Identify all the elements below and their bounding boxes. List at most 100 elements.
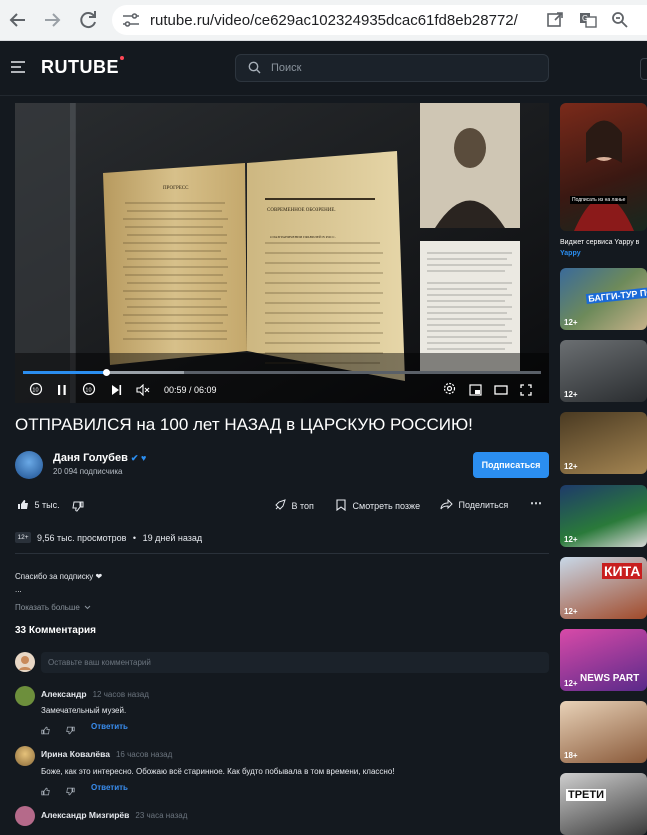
video-title: ОТПРАВИЛСЯ на 100 лет НАЗАД в ЦАРСКУЮ РО…	[15, 415, 473, 434]
more-options-icon[interactable]: ⋯	[530, 496, 542, 510]
comments-header: 33 Комментария	[15, 625, 96, 636]
thumbnail-overlay-text: ТРЕТИ	[566, 789, 607, 801]
browser-toolbar: rutube.ru/video/ce629ac102324935dcac61fd…	[0, 0, 647, 41]
page-masthead-text: СОВРЕМЕННОЕ ОБОЗРЕНИЕ.	[267, 208, 336, 213]
channel-name-text: Даня Голубев	[53, 452, 128, 464]
dislike-button[interactable]	[72, 499, 84, 512]
recommended-channel[interactable]: Yappy	[560, 250, 581, 257]
view-count: 9,56 тыс. просмотров	[37, 533, 127, 543]
comment-time: 16 часов назад	[115, 750, 173, 759]
back-arrow-icon[interactable]	[6, 8, 30, 32]
video-meta: 9,56 тыс. просмотров • 19 дней назад	[37, 533, 202, 543]
watch-later-label: Смотреть позже	[352, 501, 421, 511]
svg-text:G: G	[582, 14, 588, 23]
recommended-title[interactable]: Виджет сервиса Yappy в	[560, 239, 639, 246]
zoom-icon[interactable]	[610, 11, 630, 29]
like-count: 5 тыс.	[34, 500, 60, 510]
share-button[interactable]: Поделиться	[440, 498, 509, 510]
logo[interactable]: RUTUBE	[41, 56, 124, 78]
menu-icon[interactable]	[11, 60, 25, 73]
comment-dislike-icon[interactable]	[66, 722, 75, 740]
comment-time: 23 часа назад	[135, 811, 188, 820]
show-more-label: Показать больше	[15, 603, 80, 612]
age-badge: 12+	[564, 462, 578, 471]
miniplayer-icon[interactable]	[469, 383, 482, 396]
reply-button[interactable]: Ответить	[91, 783, 128, 792]
comment-time: 12 часов назад	[92, 690, 149, 699]
rocket-icon	[275, 499, 286, 510]
recommended-thumbnail[interactable]: ТРЕТИ	[560, 773, 647, 835]
theater-mode-icon[interactable]	[494, 383, 508, 395]
recommended-thumbnail[interactable]: 12+	[560, 412, 647, 474]
thumbnail-overlay-text: Подписать из на ланье	[570, 196, 628, 204]
url-text: rutube.ru/video/ce629ac102324935dcac61fd…	[150, 12, 518, 29]
recommended-thumbnail[interactable]: 18+	[560, 701, 647, 763]
channel-avatar[interactable]	[15, 451, 43, 479]
search-input[interactable]: Поиск	[235, 54, 549, 82]
thumbnail-overlay-text: NEWS PART	[580, 673, 640, 684]
channel-name[interactable]: Даня Голубев ✔ ♥	[53, 452, 146, 464]
comment-avatar[interactable]	[15, 746, 35, 766]
comment-author: Александр Мизгирёв 23 часа назад	[41, 810, 187, 820]
address-bar[interactable]: rutube.ru/video/ce629ac102324935dcac61fd…	[112, 5, 647, 35]
recommended-thumbnail[interactable]: NEWS PART 12+	[560, 629, 647, 691]
rewind-10-icon[interactable]: 10	[29, 382, 43, 396]
logo-text: RUTUBE	[41, 57, 119, 77]
settings-gear-icon[interactable]	[443, 382, 456, 395]
comment-dislike-icon[interactable]	[66, 783, 75, 801]
recommended-thumbnail[interactable]: КИТА 12+	[560, 557, 647, 619]
progress-track[interactable]	[23, 369, 541, 376]
open-external-icon[interactable]	[545, 11, 565, 29]
svg-text:10: 10	[32, 387, 38, 393]
recommended-thumbnail[interactable]: 12+	[560, 485, 647, 547]
age-badge: 12+	[564, 535, 578, 544]
video-player[interactable]: ПРОГРЕСС СОВРЕМЕННОЕ ОБОЗРЕНИЕ. О РАЗГРА…	[15, 103, 549, 403]
translate-icon[interactable]: G	[578, 11, 598, 29]
site-header: RUTUBE Поиск	[0, 41, 647, 96]
verified-badge-icon: ✔ ♥	[130, 453, 147, 463]
comment-author-name[interactable]: Александр Мизгирёв	[41, 810, 129, 820]
comment-avatar[interactable]	[15, 686, 35, 706]
fullscreen-icon[interactable]	[520, 383, 532, 396]
meta-dot: •	[132, 533, 137, 543]
pause-icon[interactable]	[56, 383, 68, 395]
current-user-avatar	[15, 652, 35, 672]
tune-icon[interactable]	[122, 12, 140, 28]
subscribe-button[interactable]: Подписаться	[473, 452, 549, 478]
recommended-thumbnail[interactable]: БАГГИ-ТУР ПО КАВКАЗУ! 12+	[560, 268, 647, 330]
recommended-thumbnail[interactable]: Подписать из на ланье	[560, 103, 647, 231]
seek-handle[interactable]	[102, 369, 110, 376]
chevron-down-icon	[84, 605, 91, 610]
header-button-edge[interactable]	[640, 58, 647, 80]
next-video-icon[interactable]	[110, 383, 122, 395]
comment-text: Замечательный музей.	[41, 706, 127, 715]
comment-author-name[interactable]: Александр	[41, 689, 87, 699]
comment-text: Боже, как это интересно. Обожаю всё стар…	[41, 767, 395, 776]
comment-like-icon[interactable]	[41, 783, 50, 801]
reply-button[interactable]: Ответить	[91, 722, 128, 731]
show-more-link[interactable]: Показать больше	[15, 603, 91, 612]
search-placeholder: Поиск	[271, 62, 302, 74]
comment-input-placeholder: Оставьте ваш комментарий	[48, 658, 151, 667]
like-button[interactable]: 5 тыс.	[17, 499, 60, 510]
age-badge: 12+	[564, 679, 578, 688]
forward-10-icon[interactable]: 10	[82, 382, 96, 396]
video-frame: ПРОГРЕСС СОВРЕМЕННОЕ ОБОЗРЕНИЕ. О РАЗГРА…	[15, 103, 549, 403]
description-text: Спасибо за подписку ❤	[15, 572, 103, 581]
reload-icon[interactable]	[76, 8, 100, 32]
comment-like-icon[interactable]	[41, 722, 50, 740]
played-bar	[23, 371, 106, 374]
comment-input[interactable]: Оставьте ваш комментарий	[41, 652, 549, 673]
comment-author-name[interactable]: Ирина Ковалёва	[41, 749, 110, 759]
watch-later-button[interactable]: Смотреть позже	[336, 499, 421, 512]
bookmark-icon	[336, 499, 346, 512]
recommended-thumbnail[interactable]: 12+	[560, 340, 647, 402]
forward-arrow-icon[interactable]	[40, 8, 64, 32]
share-arrow-icon	[440, 498, 453, 510]
comment-avatar[interactable]	[15, 806, 35, 826]
share-label: Поделиться	[458, 500, 509, 510]
age-badge: 12+	[564, 607, 578, 616]
mute-icon[interactable]	[136, 383, 150, 397]
top-button[interactable]: В топ	[274, 499, 314, 511]
search-icon	[248, 61, 261, 74]
